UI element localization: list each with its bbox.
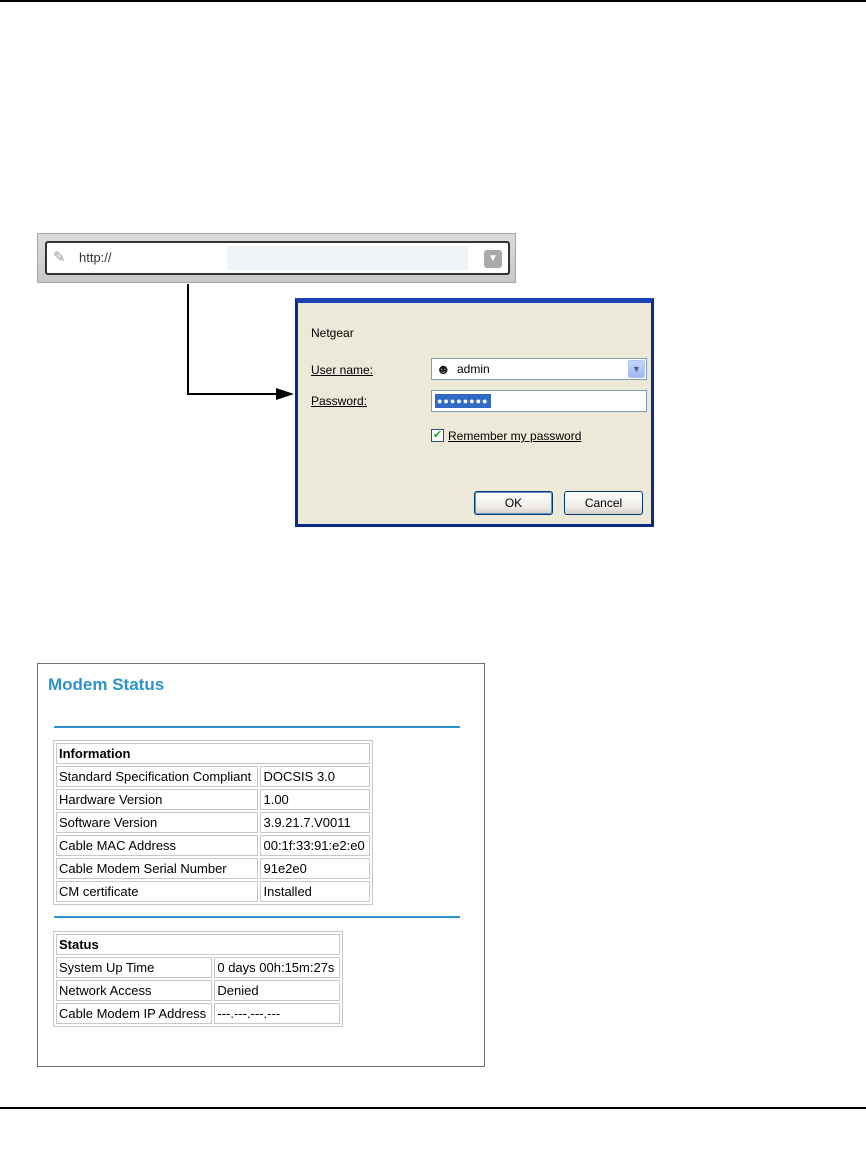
password-label-text: Password:: [311, 394, 368, 408]
information-header: Information: [56, 743, 370, 764]
remember-password-label[interactable]: Remember my password: [448, 429, 581, 443]
row-value: ---.---.---.---: [214, 1003, 340, 1024]
section-divider: [54, 916, 460, 918]
table-row: Software Version 3.9.21.7.V0011: [56, 812, 370, 833]
table-row: Standard Specification Compliant DOCSIS …: [56, 766, 370, 787]
username-value: admin: [457, 362, 490, 376]
user-icon: ☻: [436, 361, 451, 377]
remember-password-label-text: Remember my password: [448, 429, 582, 443]
row-label: Cable MAC Address: [56, 835, 259, 856]
modem-status-panel: Modem Status Information Standard Specif…: [37, 663, 485, 1067]
row-label: Hardware Version: [56, 789, 259, 810]
status-header: Status: [56, 934, 340, 955]
remember-password-checkbox[interactable]: ✔: [431, 429, 444, 442]
row-label: Network Access: [56, 980, 213, 1001]
password-input[interactable]: ●●●●●●●●: [431, 390, 647, 412]
table-row: Network Access Denied: [56, 980, 340, 1001]
realm-label: Netgear: [311, 326, 354, 340]
table-row: Cable Modem IP Address ---.---.---.---: [56, 1003, 340, 1024]
password-label: Password:: [311, 394, 367, 408]
row-value: Installed: [260, 881, 370, 902]
information-table: Information Standard Specification Compl…: [53, 740, 373, 905]
username-label: User name:: [311, 363, 373, 377]
row-value: 3.9.21.7.V0011: [260, 812, 370, 833]
row-label: System Up Time: [56, 957, 213, 978]
row-label: CM certificate: [56, 881, 259, 902]
row-value: DOCSIS 3.0: [260, 766, 370, 787]
row-value: 1.00: [260, 789, 370, 810]
row-value: 00:1f:33:91:e2:e0: [260, 835, 370, 856]
table-row: CM certificate Installed: [56, 881, 370, 902]
username-label-text: User name:: [311, 363, 374, 377]
table-row: Hardware Version 1.00: [56, 789, 370, 810]
row-value: 0 days 00h:15m:27s: [214, 957, 340, 978]
password-mask: ●●●●●●●●: [435, 394, 491, 408]
page-title: Modem Status: [48, 675, 165, 694]
row-value: Denied: [214, 980, 340, 1001]
row-label: Cable Modem IP Address: [56, 1003, 213, 1024]
table-row: Cable Modem Serial Number 91e2e0: [56, 858, 370, 879]
table-header-row: Status: [56, 934, 340, 955]
row-label: Standard Specification Compliant: [56, 766, 259, 787]
table-row: System Up Time 0 days 00h:15m:27s: [56, 957, 340, 978]
login-dialog: Netgear User name: ☻ admin ▼ Password: ●…: [295, 298, 654, 527]
ok-button[interactable]: OK: [474, 491, 553, 515]
bottom-rule: [0, 1107, 866, 1109]
row-label: Cable Modem Serial Number: [56, 858, 259, 879]
section-divider: [54, 726, 460, 728]
chevron-down-icon[interactable]: ▼: [628, 360, 645, 378]
status-table: Status System Up Time 0 days 00h:15m:27s…: [53, 931, 343, 1027]
username-combobox[interactable]: ☻ admin ▼: [431, 358, 647, 380]
table-header-row: Information: [56, 743, 370, 764]
cancel-button[interactable]: Cancel: [564, 491, 643, 515]
row-label: Software Version: [56, 812, 259, 833]
row-value: 91e2e0: [260, 858, 370, 879]
table-row: Cable MAC Address 00:1f:33:91:e2:e0: [56, 835, 370, 856]
